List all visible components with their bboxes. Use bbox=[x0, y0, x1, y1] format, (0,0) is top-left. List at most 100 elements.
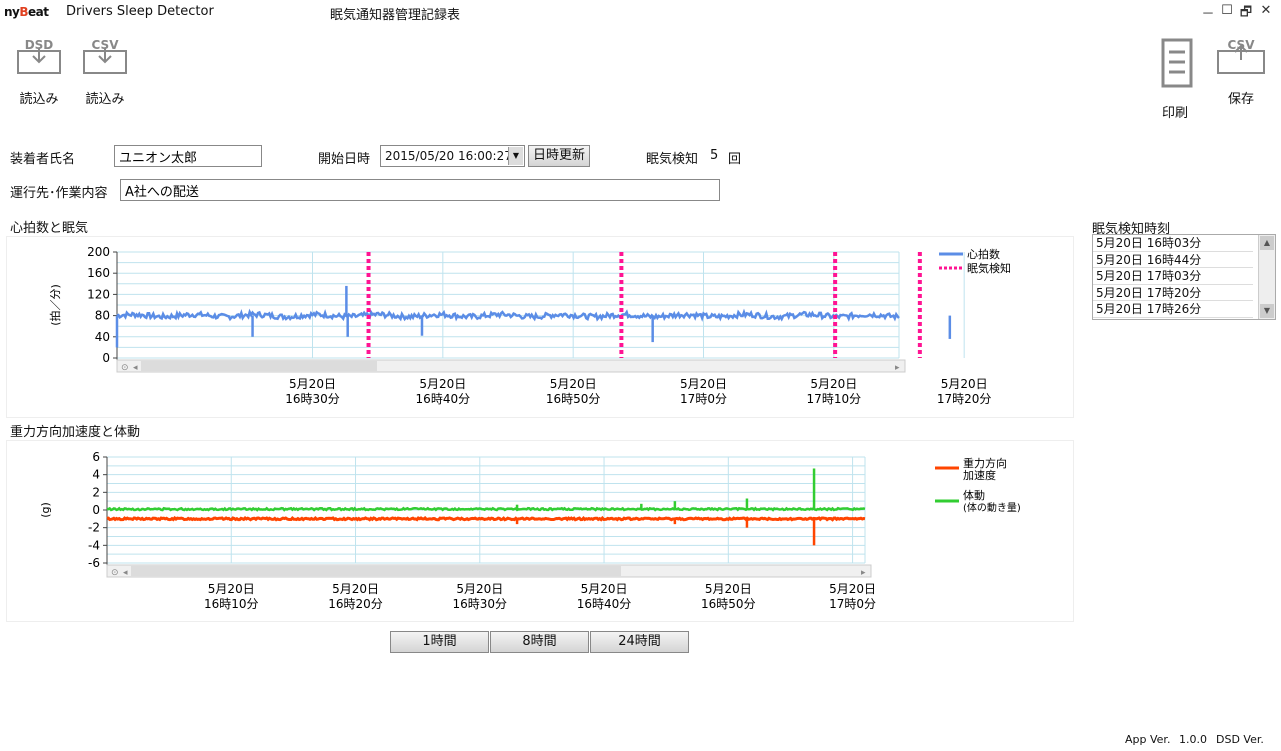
dsd-version-label: DSD Ver. bbox=[1216, 733, 1264, 746]
x-tick-label: 5月20日 bbox=[332, 582, 379, 596]
chevron-down-icon[interactable]: ▼ bbox=[508, 147, 523, 165]
y-tick-label: 40 bbox=[95, 330, 110, 344]
chart-scrollbar-thumb bbox=[131, 566, 621, 576]
close-button[interactable]: ✕ bbox=[1258, 3, 1274, 18]
update-datetime-button[interactable]: 日時更新 bbox=[528, 145, 590, 167]
y-tick-label: 80 bbox=[95, 309, 110, 323]
heart-chart-panel: 0 40 80 120 160 200 (拍／分) ⊙ ◂ ▸ 5月20日 16時30分 5月20日 16… bbox=[6, 236, 1083, 418]
y-tick-label: 0 bbox=[92, 503, 100, 517]
x-tick-label: 16時30分 bbox=[453, 597, 508, 611]
legend-label: 重力方向 bbox=[963, 456, 1007, 470]
x-tick-label: 16時10分 bbox=[204, 597, 259, 611]
x-tick-label: 17時20分 bbox=[937, 392, 992, 406]
dsd-load-button[interactable]: DSD 読込み bbox=[12, 38, 66, 107]
x-tick-label: 16時40分 bbox=[416, 392, 471, 406]
sleep-detect-unit: 回 bbox=[728, 152, 742, 167]
wearer-label: 装着者氏名 bbox=[10, 152, 76, 167]
sleep-detect-label: 眠気検知 bbox=[646, 152, 699, 167]
minimize-button[interactable]: － bbox=[1200, 3, 1216, 22]
x-tick-label: 16時30分 bbox=[285, 392, 340, 406]
x-tick-label: 16時50分 bbox=[546, 392, 601, 406]
list-item[interactable]: 5月20日 16時44分 bbox=[1093, 252, 1253, 268]
accel-chart-title: 重力方向加速度と体動 bbox=[10, 425, 141, 440]
legend-label: 心拍数 bbox=[967, 247, 1000, 261]
chart-scrollbar-thumb bbox=[141, 361, 377, 371]
list-scrollbar[interactable]: ▲ ▼ bbox=[1258, 235, 1275, 319]
csv-save-label: 保存 bbox=[1227, 92, 1254, 107]
x-tick-label: 16時50分 bbox=[701, 597, 756, 611]
start-datetime-picker[interactable]: 2015/05/20 16:00:27 ▼ bbox=[380, 145, 525, 167]
document-title: 眠気通知器管理記録表 bbox=[330, 8, 461, 23]
maximize-button[interactable]: ☐ bbox=[1219, 3, 1235, 18]
x-tick-label: 5月20日 bbox=[550, 377, 597, 391]
scroll-left-icon: ◂ bbox=[133, 363, 138, 373]
heart-rate-chart: 04080120160200(拍／分)⊙ ◂ ▸5月20日16時30分5月20日16… bbox=[48, 245, 1083, 406]
range-8h-button[interactable]: 8時間 bbox=[490, 631, 589, 653]
start-datetime-label: 開始日時 bbox=[318, 152, 371, 167]
x-tick-label: 5月20日 bbox=[289, 377, 336, 391]
download-icon bbox=[17, 48, 61, 74]
x-tick-label: 5月20日 bbox=[581, 582, 628, 596]
x-tick-label: 5月20日 bbox=[941, 377, 988, 391]
heart-chart-title: 心拍数と眠気 bbox=[10, 221, 89, 236]
wearer-name-input[interactable] bbox=[114, 145, 262, 167]
accel-chart-panel: -6 -4 -2 0 2 4 6 (g) ⊙ ◂ ▸ 5月20日 16時10分 5月20日 16時20分 5月… bbox=[6, 440, 1074, 622]
x-tick-label: 16時20分 bbox=[328, 597, 383, 611]
zoom-reset-icon: ⊙ bbox=[121, 363, 129, 373]
list-item[interactable]: 5月20日 17時20分 bbox=[1093, 285, 1253, 301]
detect-time-list[interactable]: 5月20日 16時03分 5月20日 16時44分 5月20日 17時03分 5… bbox=[1092, 234, 1276, 320]
brand-logo: nyBeat bbox=[4, 5, 49, 19]
x-tick-label: 5月20日 bbox=[208, 582, 255, 596]
y-tick-label: 200 bbox=[87, 245, 110, 259]
y-tick-label: 120 bbox=[87, 287, 110, 301]
y-tick-label: -6 bbox=[88, 556, 100, 570]
x-tick-label: 5月20日 bbox=[456, 582, 503, 596]
x-tick-label: 16時40分 bbox=[577, 597, 632, 611]
scroll-up-icon[interactable]: ▲ bbox=[1260, 236, 1274, 250]
motion-line bbox=[106, 506, 866, 512]
scroll-left-icon: ◂ bbox=[123, 568, 128, 578]
title-bar: nyBeat Drivers Sleep Detector 眠気通知器管理記録表… bbox=[0, 0, 1281, 26]
y-tick-label: 6 bbox=[92, 450, 100, 464]
print-button[interactable]: 印刷 bbox=[1150, 38, 1200, 121]
gravity-line bbox=[106, 515, 866, 522]
destination-input[interactable] bbox=[120, 179, 720, 201]
y-axis-label: (g) bbox=[39, 502, 52, 518]
list-item[interactable]: 5月20日 17時26分 bbox=[1093, 301, 1253, 318]
destination-label: 運行先･作業内容 bbox=[10, 186, 108, 201]
app-title: Drivers Sleep Detector bbox=[66, 4, 214, 19]
list-item[interactable]: 5月20日 17時03分 bbox=[1093, 268, 1253, 285]
y-tick-label: -2 bbox=[88, 521, 100, 535]
sleep-detect-count: 5 bbox=[710, 148, 719, 163]
scroll-right-icon: ▸ bbox=[895, 363, 900, 373]
y-tick-label: 2 bbox=[92, 485, 100, 499]
x-tick-label: 5月20日 bbox=[829, 582, 876, 596]
x-tick-label: 5月20日 bbox=[680, 377, 727, 391]
csv-load-button[interactable]: CSV 読込み bbox=[78, 38, 132, 107]
csv-load-label: 読込み bbox=[85, 92, 125, 107]
x-tick-label: 5月20日 bbox=[810, 377, 857, 391]
zoom-reset-icon: ⊙ bbox=[111, 568, 119, 578]
restore-button[interactable]: 🗗 bbox=[1238, 3, 1254, 25]
legend-label: 加速度 bbox=[963, 468, 996, 482]
print-label: 印刷 bbox=[1161, 106, 1188, 121]
y-tick-label: 0 bbox=[102, 351, 110, 365]
legend-label: (体の動き量) bbox=[963, 501, 1021, 514]
x-tick-label: 5月20日 bbox=[419, 377, 466, 391]
list-item[interactable]: 5月20日 16時03分 bbox=[1093, 235, 1253, 252]
document-icon bbox=[1161, 38, 1193, 88]
x-tick-label: 17時0分 bbox=[829, 597, 876, 611]
download-icon bbox=[83, 48, 127, 74]
csv-save-button[interactable]: CSV 保存 bbox=[1214, 38, 1268, 107]
legend-label: 体動 bbox=[963, 488, 985, 502]
range-1h-button[interactable]: 1時間 bbox=[390, 631, 489, 653]
scroll-right-icon: ▸ bbox=[861, 568, 866, 578]
x-tick-label: 17時0分 bbox=[680, 392, 727, 406]
y-tick-label: 4 bbox=[92, 468, 100, 482]
y-tick-label: 160 bbox=[87, 266, 110, 280]
acceleration-chart: -6-4-20246(g)⊙ ◂ ▸5月20日16時10分5月20日16時20分5月… bbox=[39, 450, 1021, 611]
x-tick-label: 17時10分 bbox=[807, 392, 862, 406]
upload-icon bbox=[1217, 44, 1265, 74]
range-24h-button[interactable]: 24時間 bbox=[590, 631, 689, 653]
scroll-down-icon[interactable]: ▼ bbox=[1260, 304, 1274, 318]
